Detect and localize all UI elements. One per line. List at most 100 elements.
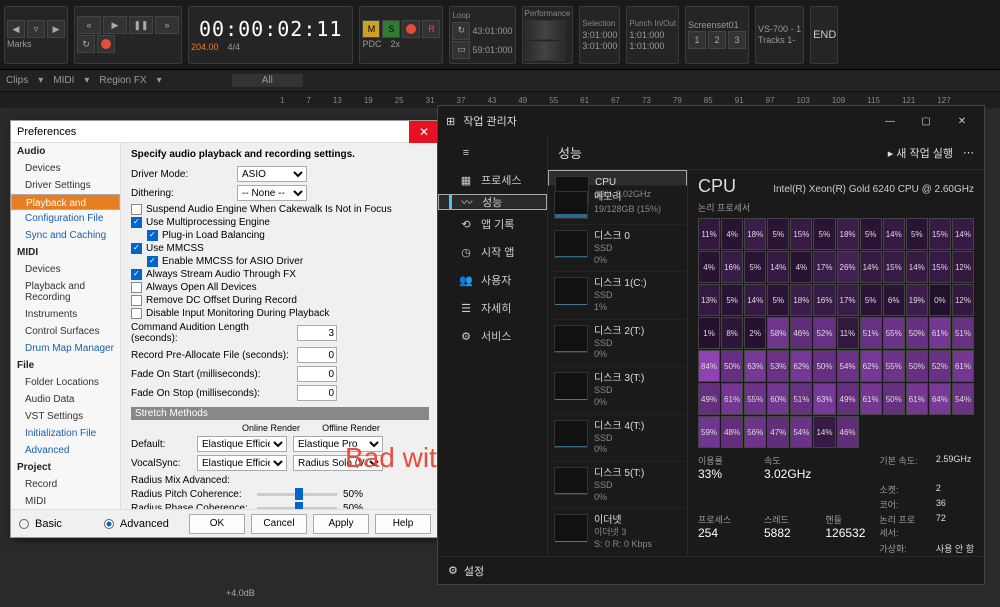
cancel-button[interactable]: Cancel [251, 514, 307, 534]
tm-list-item[interactable]: 메모리19/128GB (15%) [548, 186, 687, 225]
arm-button[interactable] [402, 20, 420, 38]
apply-button[interactable]: Apply [313, 514, 369, 534]
nav-midi-devices[interactable]: Devices [11, 261, 120, 278]
pdc-label[interactable]: PDC [362, 39, 381, 49]
driver-mode-select[interactable]: ASIO [237, 166, 307, 182]
prefs-titlebar[interactable]: Preferences ✕ [11, 121, 439, 143]
screenset-dropdown[interactable]: Screenset01 [688, 20, 746, 30]
help-button[interactable]: Help [375, 514, 431, 534]
tm-list-item[interactable]: 디스크 0SSD0% [548, 225, 687, 272]
side-users[interactable]: 👥사용자 [438, 266, 547, 294]
nav-advanced[interactable]: Advanced [11, 442, 120, 459]
marker-next-button[interactable]: ▶ [47, 20, 65, 38]
tm-hamburger[interactable]: ≡ [438, 140, 547, 166]
tm-titlebar[interactable]: ⊞ 작업 관리자 — ▢ ✕ [438, 106, 984, 136]
ss1[interactable]: 1 [688, 31, 706, 49]
nav-init[interactable]: Initialization File [11, 425, 120, 442]
chk-dc[interactable] [131, 295, 142, 306]
advanced-radio[interactable] [104, 519, 114, 529]
cmd-aud-input[interactable] [297, 325, 337, 341]
ss2[interactable]: 2 [708, 31, 726, 49]
side-startup[interactable]: ◷시작 앱 [438, 238, 547, 266]
side-details[interactable]: ☰자세히 [438, 294, 547, 322]
nav-drum[interactable]: Drum Map Manager [11, 340, 120, 357]
nav-pmidi[interactable]: MIDI [11, 493, 120, 509]
nav-folder[interactable]: Folder Locations [11, 374, 120, 391]
default-offline-select[interactable]: Elastique Pro [293, 436, 383, 452]
chk-mp[interactable] [131, 217, 142, 228]
tm-list-item[interactable]: 이더넷이더넷 3S: 0 R: 0 Kbps [548, 509, 687, 556]
tm-list-item[interactable]: 디스크 2(T:)SSD0% [548, 320, 687, 367]
chk-openall[interactable] [131, 282, 142, 293]
sel-to[interactable]: 3:01:000 [582, 41, 617, 51]
vs700-label[interactable]: VS-700 - 1 [758, 24, 801, 34]
solo-button[interactable]: S [382, 20, 400, 38]
chk-suspend[interactable] [131, 204, 142, 215]
chk-mmcss[interactable] [131, 243, 142, 254]
vocal-online-select[interactable]: Elastique Efficient [197, 455, 287, 471]
close-button[interactable]: ✕ [409, 121, 439, 143]
fadeout-input[interactable] [297, 385, 337, 401]
vocal-offline-select[interactable]: Radius Solo (Vocal) [293, 455, 383, 471]
sel-from[interactable]: 3:01:000 [582, 30, 617, 40]
sub-regionfx[interactable]: Region FX [99, 75, 146, 86]
nav-sync[interactable]: Sync and Caching [11, 227, 120, 244]
nav-record[interactable]: Record [11, 476, 120, 493]
nav-driver[interactable]: Driver Settings [11, 177, 120, 194]
side-services[interactable]: ⚙서비스 [438, 322, 547, 350]
loop-set-button[interactable]: ▭ [452, 41, 470, 59]
loop-toggle[interactable]: ↻ [77, 35, 95, 53]
fadein-input[interactable] [297, 366, 337, 382]
basic-radio[interactable] [19, 519, 29, 529]
tm-close-button[interactable]: ✕ [948, 110, 976, 132]
prealloc-input[interactable] [297, 347, 337, 363]
nav-audiodata[interactable]: Audio Data [11, 391, 120, 408]
record-button[interactable] [97, 35, 115, 53]
forward-button[interactable]: » [155, 16, 179, 34]
tm-more-button[interactable]: ⋯ [963, 146, 974, 159]
ok-button[interactable]: OK [189, 514, 245, 534]
side-performance[interactable]: 〰성능 [438, 194, 547, 210]
loop-to[interactable]: 59:01:000 [472, 45, 512, 55]
bpm-display[interactable]: 204.00 [191, 42, 219, 52]
sub-midi[interactable]: MIDI [53, 75, 74, 86]
tm-list-item[interactable]: 디스크 1(C:)SSD1% [548, 272, 687, 319]
marker-prev-button[interactable]: ◀ [7, 20, 25, 38]
side-processes[interactable]: ▦프로세스 [438, 166, 547, 194]
settings-link[interactable]: 설정 [464, 563, 484, 579]
loop-on-toggle[interactable]: ↻ [452, 22, 470, 40]
rewind-button[interactable]: « [77, 16, 101, 34]
tm-list-item[interactable]: 디스크 4(T:)SSD0% [548, 415, 687, 462]
speed-2x[interactable]: 2x [390, 39, 400, 49]
dither-select[interactable]: -- None -- [237, 185, 307, 201]
nav-vst[interactable]: VST Settings [11, 408, 120, 425]
nav-midi-playrec[interactable]: Playback and Recording [11, 278, 120, 306]
loop-from[interactable]: 43:01:000 [472, 26, 512, 36]
nav-instruments[interactable]: Instruments [11, 306, 120, 323]
punch-to[interactable]: 1:01:000 [629, 41, 676, 51]
maximize-button[interactable]: ▢ [912, 110, 940, 132]
chk-stream[interactable] [131, 269, 142, 280]
ss3[interactable]: 3 [728, 31, 746, 49]
pause-button[interactable]: ❚❚ [129, 16, 153, 34]
punch-from[interactable]: 1:01:000 [629, 30, 676, 40]
run-new-task[interactable]: ▸ 새 작업 실행 [888, 145, 953, 161]
tm-list-item[interactable]: CPU33% 3.02GHz [548, 170, 687, 186]
pitch-slider[interactable] [257, 493, 337, 496]
filter-all-dropdown[interactable]: All [232, 74, 303, 87]
play-button[interactable]: ▶ [103, 16, 127, 34]
tm-list-item[interactable]: 디스크 3(T:)SSD0% [548, 367, 687, 414]
mute-button[interactable]: M [362, 20, 380, 38]
minimize-button[interactable]: — [876, 110, 904, 132]
sub-clips[interactable]: Clips [6, 75, 28, 86]
nav-ctrl[interactable]: Control Surfaces [11, 323, 120, 340]
phase-slider[interactable] [257, 507, 337, 509]
chk-monitor[interactable] [131, 308, 142, 319]
rec-mode-button[interactable]: R [422, 20, 440, 38]
nav-devices[interactable]: Devices [11, 160, 120, 177]
chk-mmcss-asio[interactable] [147, 256, 158, 267]
nav-playrec[interactable]: Playback and Recording [11, 194, 120, 210]
chk-plb[interactable] [147, 230, 158, 241]
side-apphist[interactable]: ⟲앱 기록 [438, 210, 547, 238]
default-online-select[interactable]: Elastique Efficient [197, 436, 287, 452]
